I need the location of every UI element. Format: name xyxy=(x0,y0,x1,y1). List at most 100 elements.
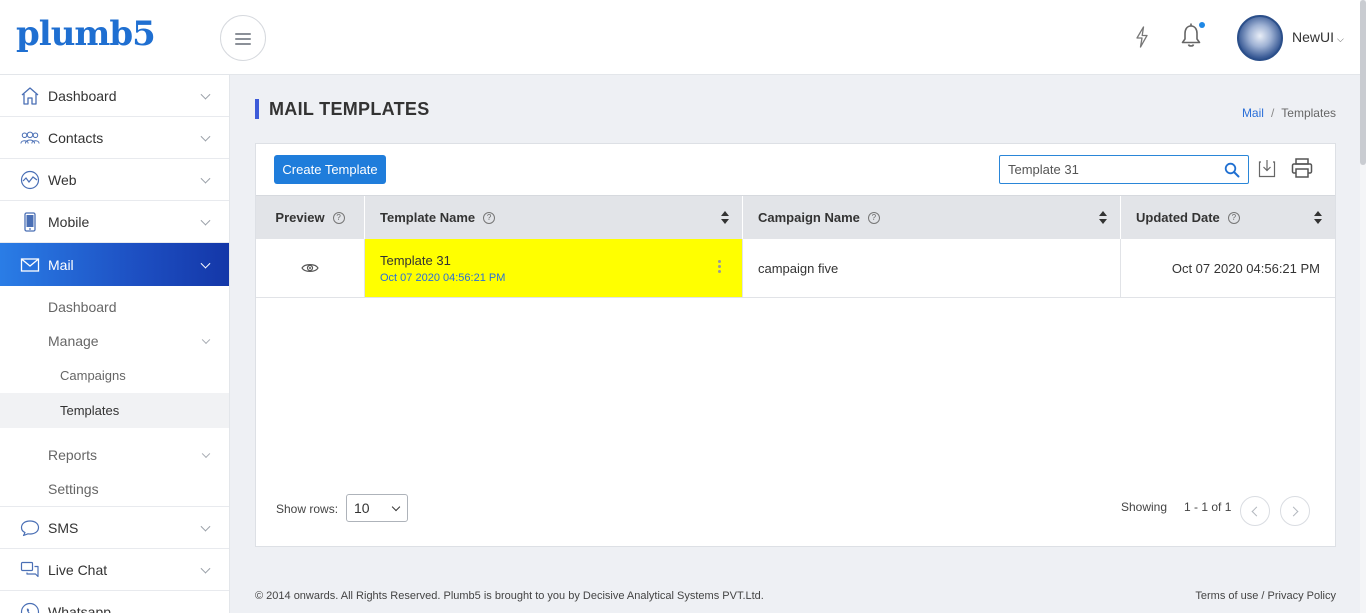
chevron-down-icon: ⌵ xyxy=(1337,34,1344,44)
download-icon[interactable] xyxy=(1258,158,1276,178)
page-scrollbar[interactable] xyxy=(1360,0,1366,613)
chevron-down-icon xyxy=(200,258,211,269)
notification-badge xyxy=(1199,22,1205,28)
sidebar-subitem-campaigns[interactable]: Campaigns xyxy=(0,358,229,393)
preview-cell xyxy=(256,239,365,297)
sidebar-item-label: Live Chat xyxy=(48,561,108,578)
showing-label: Showing xyxy=(1121,500,1168,514)
table-header: Preview? Template Name? Campaign Name? U… xyxy=(256,195,1335,239)
chevron-down-icon xyxy=(391,502,401,512)
sidebar-subitem-manage[interactable]: Manage xyxy=(0,324,229,358)
help-icon[interactable]: ? xyxy=(867,211,880,224)
sms-icon xyxy=(20,518,40,538)
templates-card: Create Template Preview? Template Name? … xyxy=(255,143,1336,547)
chevron-down-icon xyxy=(200,173,211,184)
sidebar-item-mobile[interactable]: Mobile xyxy=(0,201,229,243)
sidebar-subitem-settings[interactable]: Settings xyxy=(0,472,229,507)
help-icon[interactable]: ? xyxy=(1227,211,1240,224)
sort-icon[interactable] xyxy=(720,211,730,225)
sort-icon[interactable] xyxy=(1098,211,1108,225)
previous-page-button[interactable] xyxy=(1240,496,1270,526)
sidebar-item-label: Web xyxy=(48,171,77,188)
whatsapp-icon xyxy=(20,602,40,613)
sidebar-item-label: Mail xyxy=(48,256,74,273)
scrollbar-thumb[interactable] xyxy=(1360,0,1366,165)
footer-copyright: © 2014 onwards. All Rights Reserved. Plu… xyxy=(255,590,764,602)
create-template-button[interactable]: Create Template xyxy=(274,155,386,184)
web-icon xyxy=(20,170,40,190)
print-icon[interactable] xyxy=(1291,157,1313,179)
sidebar-item-label: Contacts xyxy=(48,129,104,146)
rows-per-page-value: 10 xyxy=(354,500,370,516)
sidebar-item-label: Mobile xyxy=(48,213,90,230)
sidebar-item-label: Dashboard xyxy=(48,87,117,104)
plumb5-logo[interactable]: plumb5 xyxy=(16,14,156,54)
sidebar-subitem-templates[interactable]: Templates xyxy=(0,393,229,428)
chevron-down-icon xyxy=(201,335,211,345)
privacy-policy-link[interactable]: Privacy Policy xyxy=(1268,590,1336,602)
more-options-icon[interactable] xyxy=(718,260,722,276)
username-label: NewUI xyxy=(1292,29,1335,45)
page-title: MAIL TEMPLATES xyxy=(255,99,430,119)
sidebar-item-web[interactable]: Web xyxy=(0,159,229,201)
sidebar-item-label: Whatsapp xyxy=(48,603,112,613)
home-icon xyxy=(20,86,40,106)
column-label: Template Name xyxy=(380,210,476,225)
column-label: Preview xyxy=(275,210,325,225)
sidebar-subitem-reports[interactable]: Reports xyxy=(0,438,229,472)
template-name-link[interactable]: Template 31 xyxy=(380,253,451,268)
chevron-down-icon xyxy=(201,449,211,459)
chevron-down-icon xyxy=(200,89,211,100)
template-created-date: Oct 07 2020 04:56:21 PM xyxy=(380,271,506,284)
breadcrumb: Mail / Templates xyxy=(1242,106,1336,120)
column-label: Campaign Name xyxy=(758,210,860,225)
eye-icon[interactable] xyxy=(301,262,319,274)
footer-links: Terms of use / Privacy Policy xyxy=(1195,590,1336,602)
chevron-down-icon xyxy=(200,131,211,142)
next-page-button[interactable] xyxy=(1280,496,1310,526)
column-label: Updated Date xyxy=(1136,210,1220,225)
sidebar-item-contacts[interactable]: Contacts xyxy=(0,117,229,159)
column-header-campaign-name[interactable]: Campaign Name? xyxy=(743,196,1121,239)
user-avatar[interactable] xyxy=(1237,15,1283,61)
sidebar-item-sms[interactable]: SMS xyxy=(0,507,229,549)
sidebar-item-label: SMS xyxy=(48,519,79,536)
sidebar-item-live-chat[interactable]: Live Chat xyxy=(0,549,229,591)
chevron-down-icon xyxy=(200,563,211,574)
live-chat-icon xyxy=(20,560,40,580)
show-rows-label: Show rows: xyxy=(276,502,339,516)
search-icon[interactable] xyxy=(1224,162,1240,178)
help-icon[interactable]: ? xyxy=(332,211,345,224)
column-header-preview: Preview? xyxy=(256,196,365,239)
footer-separator: / xyxy=(1261,590,1265,602)
sidebar-item-whatsapp[interactable]: Whatsapp xyxy=(0,591,229,613)
breadcrumb-link-mail[interactable]: Mail xyxy=(1242,106,1264,120)
mobile-icon xyxy=(20,211,40,232)
campaign-name-cell: campaign five xyxy=(743,239,1121,297)
sidebar-item-mail[interactable]: Mail xyxy=(0,243,229,286)
column-header-updated-date[interactable]: Updated Date? xyxy=(1121,196,1335,239)
sidebar-subitem-dashboard[interactable]: Dashboard xyxy=(0,290,229,324)
mail-icon xyxy=(20,255,40,275)
updated-date-cell: Oct 07 2020 04:56:21 PM xyxy=(1171,260,1320,276)
terms-of-use-link[interactable]: Terms of use xyxy=(1195,590,1258,602)
sidebar-subitem-label: Manage xyxy=(48,333,99,349)
rows-per-page-select[interactable]: 10 xyxy=(346,494,408,522)
user-menu[interactable]: NewUI ⌵ xyxy=(1292,29,1344,45)
help-icon[interactable]: ? xyxy=(483,211,496,224)
breadcrumb-current: Templates xyxy=(1281,106,1336,120)
hamburger-icon xyxy=(235,32,251,45)
search-input[interactable] xyxy=(1000,156,1220,183)
top-header: plumb5 NewUI ⌵ xyxy=(0,0,1366,75)
breadcrumb-separator: / xyxy=(1270,106,1275,120)
search-box xyxy=(999,155,1249,184)
page-range: 1 - 1 of 1 xyxy=(1184,500,1232,514)
column-header-template-name[interactable]: Template Name? xyxy=(365,196,743,239)
table-row: Template 31 Oct 07 2020 04:56:21 PM camp… xyxy=(256,239,1335,298)
sort-icon[interactable] xyxy=(1313,211,1323,225)
hamburger-menu-button[interactable] xyxy=(220,15,266,61)
notification-bell-button[interactable] xyxy=(1179,22,1205,50)
lightning-icon[interactable] xyxy=(1134,26,1150,48)
sidebar-item-dashboard[interactable]: Dashboard xyxy=(0,75,229,117)
